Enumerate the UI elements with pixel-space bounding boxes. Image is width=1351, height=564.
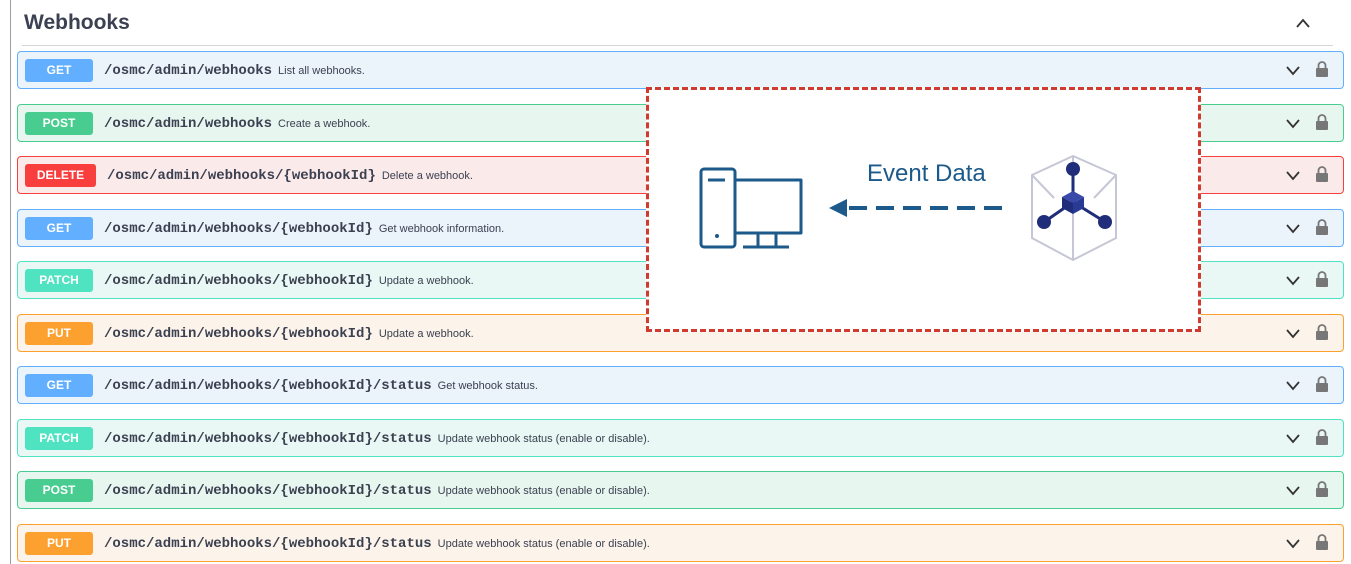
method-badge: POST (25, 111, 93, 135)
arrow-left-icon (829, 199, 1005, 217)
event-data-label: Event Data (867, 160, 986, 187)
operation-summary-line: /osmc/admin/webhooks/{webhookId}/status U… (104, 472, 650, 508)
computer-icon (699, 167, 803, 249)
method-badge: POST (25, 479, 93, 502)
chevron-down-icon[interactable] (1285, 380, 1301, 391)
method-badge: PUT (25, 531, 93, 555)
method-badge: DELETE (25, 164, 96, 187)
operation-description: Update a webhook. (378, 275, 474, 287)
chevron-down-icon[interactable] (1285, 328, 1301, 339)
operation-summary-line: /osmc/admin/webhooks Create a webhook. (104, 105, 370, 141)
operation-path: /osmc/admin/webhooks/{webhookId}/status (104, 378, 432, 394)
operation-row[interactable]: GET/osmc/admin/webhooks List all webhooks… (17, 51, 1344, 89)
chevron-down-icon[interactable] (1285, 118, 1301, 129)
operation-summary-line: /osmc/admin/webhooks List all webhooks. (104, 52, 365, 88)
lock-icon[interactable] (1315, 165, 1329, 183)
chevron-down-icon[interactable] (1285, 433, 1301, 444)
operation-path: /osmc/admin/webhooks/{webhookId} (104, 325, 373, 342)
operation-path: /osmc/admin/webhooks/{webhookId} (104, 273, 373, 289)
chevron-down-icon[interactable] (1285, 65, 1301, 76)
operation-description: Get webhook information. (378, 222, 505, 235)
hub-cube-icon (1031, 154, 1117, 262)
operation-summary-line: /osmc/admin/webhooks/{webhookId}/status G… (104, 367, 538, 403)
operation-path: /osmc/admin/webhooks/{webhookId} (104, 220, 373, 237)
section-title: Webhooks (24, 11, 130, 34)
method-badge: PUT (25, 321, 93, 345)
operation-description: Update a webhook. (378, 327, 474, 340)
lock-icon[interactable] (1315, 218, 1329, 236)
operation-description: Get webhook status. (437, 380, 538, 392)
chevron-down-icon[interactable] (1285, 170, 1301, 181)
operation-path: /osmc/admin/webhooks/{webhookId}/status (104, 483, 432, 499)
lock-icon[interactable] (1315, 270, 1329, 288)
operation-summary-line: /osmc/admin/webhooks/{webhookId}/status U… (104, 525, 650, 561)
operation-description: List all webhooks. (278, 65, 365, 77)
lock-icon[interactable] (1315, 60, 1329, 78)
chevron-up-icon[interactable] (1295, 17, 1311, 29)
operation-description: Create a webhook. (278, 117, 371, 130)
chevron-down-icon[interactable] (1285, 275, 1301, 286)
operation-description: Update webhook status (enable or disable… (437, 485, 650, 497)
operation-path: /osmc/admin/webhooks/{webhookId} (107, 168, 376, 184)
chevron-down-icon[interactable] (1285, 223, 1301, 234)
method-badge: PATCH (25, 426, 93, 450)
diagram-canvas (699, 154, 1117, 262)
lock-icon[interactable] (1315, 323, 1329, 341)
operation-row[interactable]: PUT/osmc/admin/webhooks/{webhookId}/stat… (17, 523, 1344, 562)
operation-path: /osmc/admin/webhooks/{webhookId}/status (104, 430, 432, 447)
operation-summary-line: /osmc/admin/webhooks/{webhookId} Get webh… (104, 210, 504, 246)
operation-description: Update webhook status (enable or disable… (437, 432, 650, 445)
operation-summary-line: /osmc/admin/webhooks/{webhookId}/status U… (104, 420, 650, 456)
lock-icon[interactable] (1315, 375, 1329, 393)
operation-path: /osmc/admin/webhooks/{webhookId}/status (104, 535, 432, 552)
event-data-diagram: Event Data (646, 87, 1201, 332)
operation-row[interactable]: POST/osmc/admin/webhooks/{webhookId}/sta… (17, 471, 1344, 509)
chevron-down-icon[interactable] (1285, 485, 1301, 496)
method-badge: PATCH (25, 269, 93, 292)
operation-path: /osmc/admin/webhooks (104, 63, 273, 79)
operation-row[interactable]: GET/osmc/admin/webhooks/{webhookId}/stat… (17, 366, 1344, 404)
webhooks-section-header[interactable]: Webhooks (22, 8, 1333, 46)
chevron-down-icon[interactable] (1285, 538, 1301, 549)
method-badge: GET (25, 216, 93, 240)
operation-row[interactable]: PATCH/osmc/admin/webhooks/{webhookId}/st… (17, 418, 1344, 457)
operation-summary-line: /osmc/admin/webhooks/{webhookId} Delete a… (107, 157, 473, 193)
lock-icon[interactable] (1315, 533, 1329, 551)
lock-icon[interactable] (1315, 428, 1329, 446)
operation-description: Delete a webhook. (381, 170, 473, 182)
operation-summary-line: /osmc/admin/webhooks/{webhookId} Update a… (104, 315, 474, 351)
lock-icon[interactable] (1315, 480, 1329, 498)
operation-path: /osmc/admin/webhooks (104, 115, 273, 132)
method-badge: GET (25, 374, 93, 397)
lock-icon[interactable] (1315, 113, 1329, 131)
method-badge: GET (25, 59, 93, 82)
operation-description: Update webhook status (enable or disable… (437, 537, 650, 550)
operation-summary-line: /osmc/admin/webhooks/{webhookId} Update a… (104, 262, 474, 298)
